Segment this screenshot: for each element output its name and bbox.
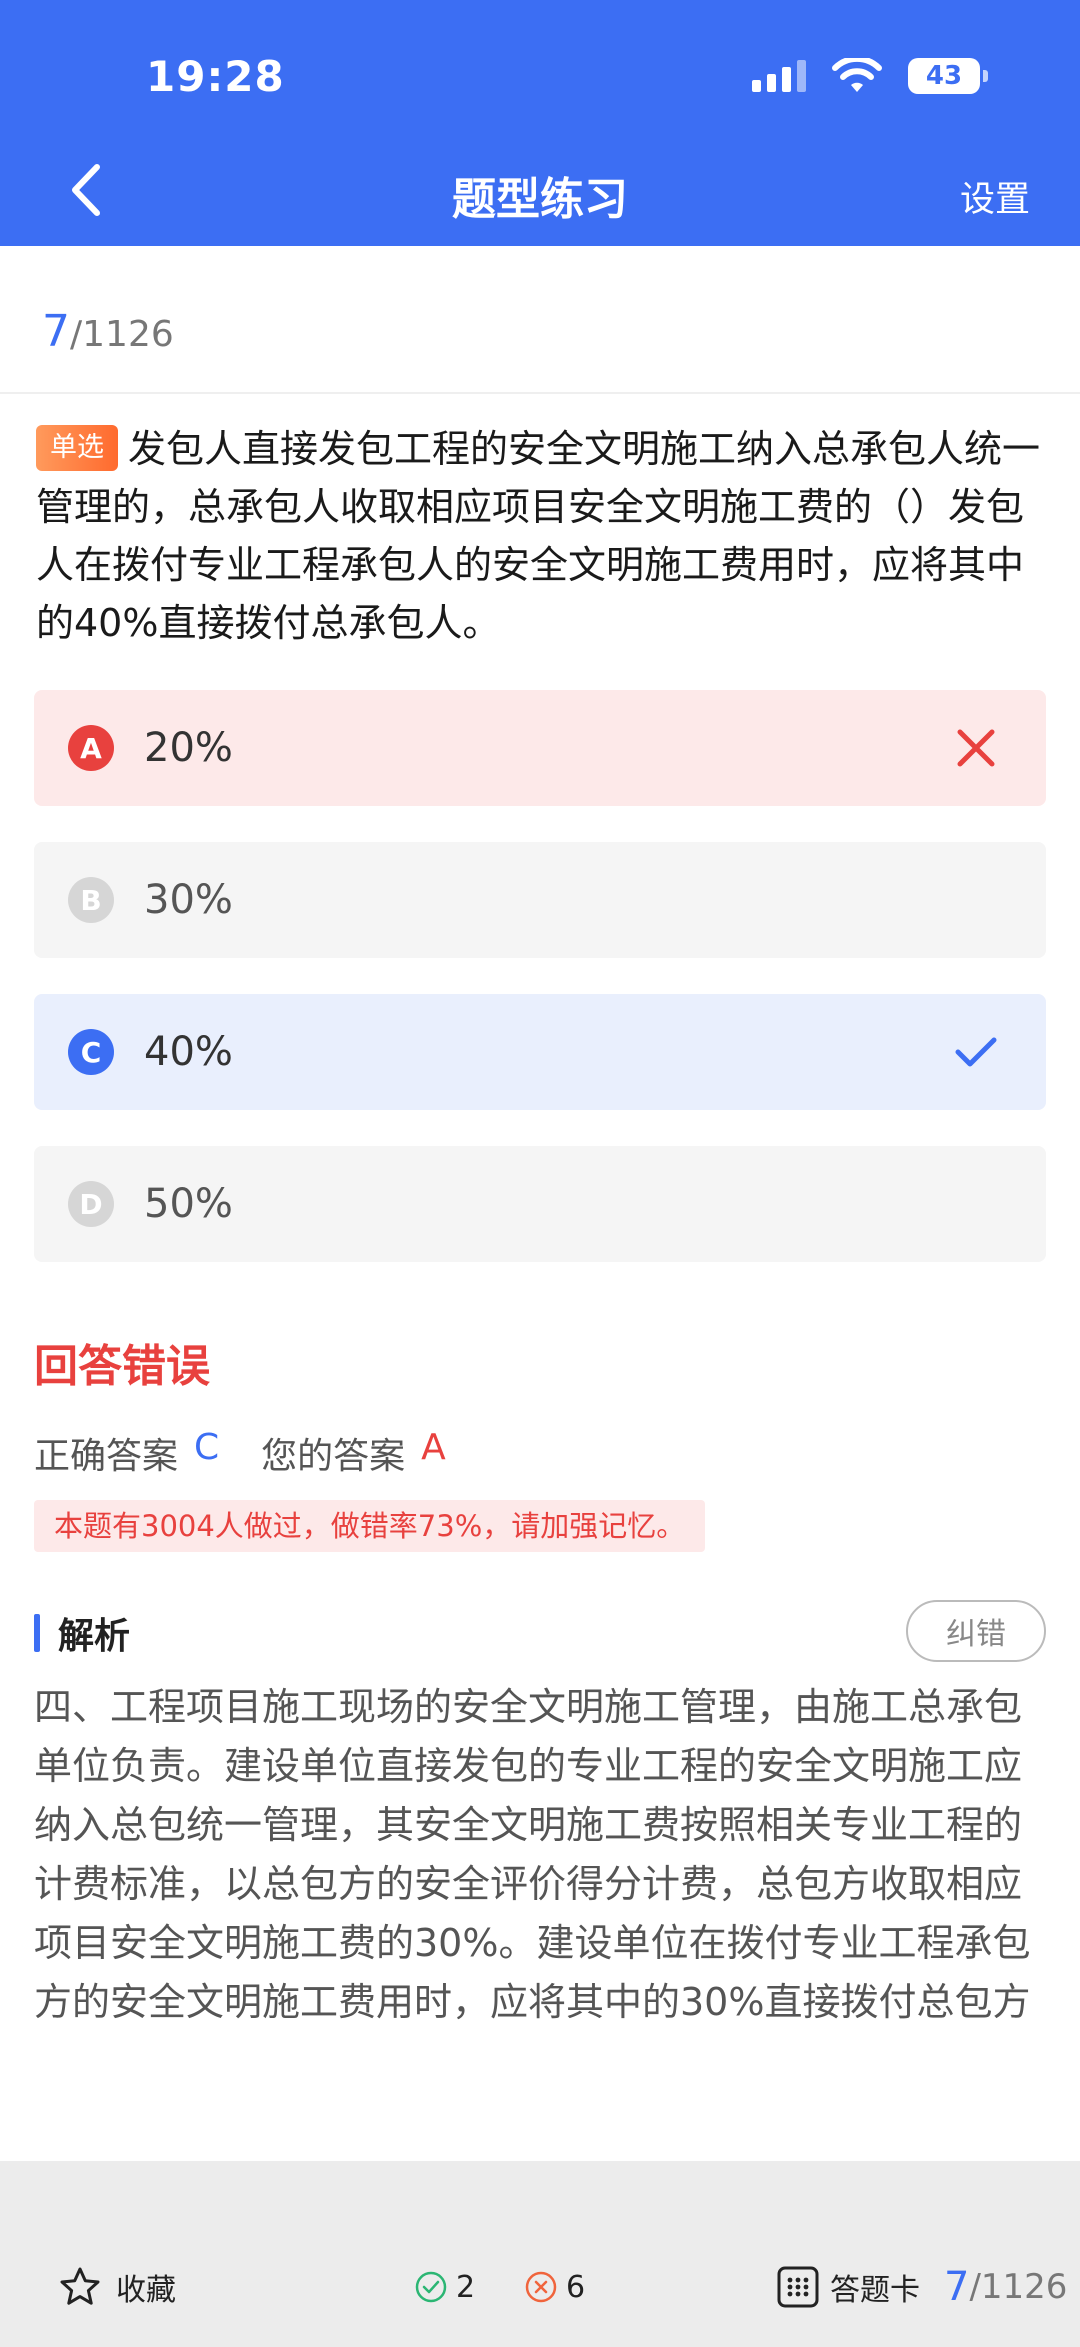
answer-summary: 正确答案 C 您的答案 A	[34, 1427, 446, 1479]
top-bar: 19:28 43 题型练习 设置	[0, 0, 1080, 246]
bottom-bar: 收藏 2 6 答题卡 7/1126	[0, 2161, 1080, 2347]
favorite-button[interactable]: 收藏	[58, 2251, 176, 2323]
question-stem: 单选 发包人直接发包工程的安全文明施工纳入总承包人统一管理的，总承包人收取相应项目…	[36, 420, 1046, 652]
check-circle-icon	[415, 2271, 447, 2303]
settings-button[interactable]: 设置	[960, 171, 1030, 222]
check-icon	[955, 1037, 997, 1067]
option-a[interactable]: A 20%	[34, 690, 1046, 806]
option-letter: C	[68, 1029, 114, 1075]
grid-icon	[777, 2266, 819, 2308]
bottom-progress-total: /1126	[969, 2267, 1068, 2307]
option-d[interactable]: D 50%	[34, 1146, 1046, 1262]
section-marker	[34, 1614, 40, 1652]
question-text: 发包人直接发包工程的安全文明施工纳入总承包人统一管理的，总承包人收取相应项目安全…	[36, 427, 1041, 645]
option-letter: A	[68, 725, 114, 771]
status-icons: 43	[752, 58, 988, 94]
your-answer-value: A	[421, 1427, 446, 1468]
page-title: 题型练习	[452, 174, 628, 225]
option-letter: D	[68, 1181, 114, 1227]
answer-card-button[interactable]: 答题卡	[776, 2251, 920, 2323]
signal-icon	[752, 60, 806, 92]
wrong-count: 6	[524, 2251, 585, 2323]
correct-count-value: 2	[456, 2269, 476, 2305]
answer-card-label: 答题卡	[830, 2273, 920, 2308]
option-text: 20%	[144, 725, 233, 771]
bottom-progress: 7/1126	[944, 2251, 1067, 2323]
close-icon	[957, 729, 995, 767]
star-icon	[60, 2267, 100, 2305]
option-text: 50%	[144, 1181, 233, 1227]
result-title: 回答错误	[34, 1341, 210, 1392]
progress-current: 7	[42, 306, 70, 357]
favorite-label: 收藏	[116, 2273, 176, 2308]
progress-total: /1126	[70, 314, 174, 355]
option-text: 30%	[144, 877, 233, 923]
option-b[interactable]: B 30%	[34, 842, 1046, 958]
wrong-count-value: 6	[566, 2269, 586, 2305]
correct-answer-label: 正确答案	[34, 1436, 179, 1477]
correct-answer-value: C	[194, 1427, 220, 1468]
your-answer-label: 您的答案	[261, 1436, 406, 1477]
report-error-button[interactable]: 纠错	[906, 1600, 1046, 1662]
error-rate-hint: 本题有3004人做过，做错率73%，请加强记忆。	[34, 1500, 706, 1552]
option-c[interactable]: C 40%	[34, 994, 1046, 1110]
question-type-badge: 单选	[36, 425, 118, 471]
x-circle-icon	[525, 2271, 557, 2303]
wifi-icon	[832, 58, 882, 92]
divider	[0, 392, 1080, 394]
analysis-title: 解析	[58, 1616, 131, 1657]
option-letter: B	[68, 877, 114, 923]
battery-icon: 43	[908, 58, 988, 94]
analysis-header: 解析	[34, 1607, 130, 1659]
bottom-progress-current: 7	[944, 2264, 970, 2310]
question-progress: 7/1126	[42, 306, 174, 357]
option-text: 40%	[144, 1029, 233, 1075]
status-time: 19:28	[146, 52, 285, 101]
analysis-text: 四、工程项目施工现场的安全文明施工管理，由施工总承包单位负责。建设单位直接发包的…	[34, 1685, 1031, 2024]
correct-count: 2	[414, 2251, 475, 2323]
